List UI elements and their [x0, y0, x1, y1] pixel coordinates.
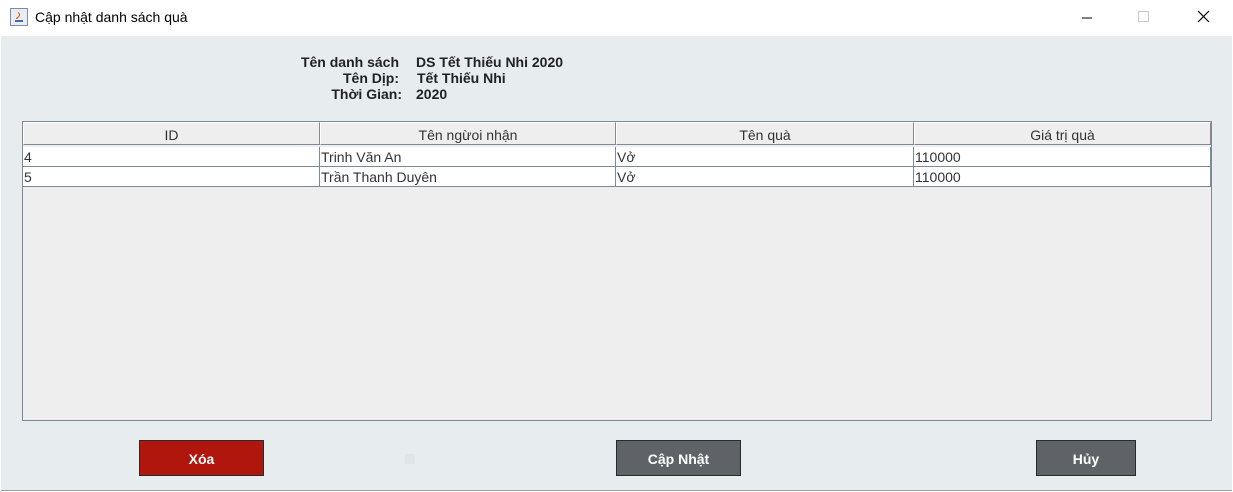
minimize-button[interactable] [1064, 0, 1110, 36]
delete-button[interactable]: Xóa [139, 440, 264, 476]
main-panel: Tên danh sách DS Tết Thiếu Nhi 2020 Tên … [1, 36, 1232, 491]
cell-gift-name[interactable]: Vở [616, 147, 914, 167]
window-title: Cập nhật danh sách quà [35, 9, 188, 25]
list-name-label: Tên danh sách [300, 54, 399, 70]
update-button[interactable]: Cập Nhật [616, 440, 741, 476]
occasion-label: Tên Dịp: [343, 70, 399, 86]
cell-gift-name[interactable]: Vở [616, 167, 914, 187]
cell-gift-value[interactable]: 110000 [914, 167, 1211, 187]
occasion-value: Tết Thiếu Nhi [417, 70, 506, 86]
cell-gift-value[interactable]: 110000 [914, 147, 1211, 167]
list-name-value: DS Tết Thiếu Nhi 2020 [416, 54, 564, 70]
title-bar: Cập nhật danh sách quà [0, 0, 1233, 36]
column-header-recipient[interactable]: Tên ngừoi nhận [320, 122, 616, 145]
table-header: ID Tên ngừoi nhận Tên quà Giá trị quà [23, 122, 1211, 147]
cell-recipient[interactable]: Trần Thanh Duyên [320, 167, 616, 187]
column-header-id[interactable]: ID [23, 122, 320, 145]
cell-id[interactable]: 5 [23, 167, 320, 187]
close-button[interactable] [1180, 0, 1226, 36]
maximize-icon [1138, 11, 1149, 22]
focus-indicator [405, 454, 415, 464]
table-row[interactable]: 4 Trinh Văn An Vở 110000 [23, 147, 1211, 167]
time-value: 2020 [416, 86, 448, 102]
maximize-button[interactable] [1120, 0, 1166, 36]
time-label: Thời Gian: [331, 86, 402, 102]
column-header-gift-name[interactable]: Tên quà [616, 122, 914, 145]
cell-recipient[interactable]: Trinh Văn An [320, 147, 616, 167]
gift-table[interactable]: ID Tên ngừoi nhận Tên quà Giá trị quà 4 … [22, 121, 1212, 421]
table-row[interactable]: 5 Trần Thanh Duyên Vở 110000 [23, 167, 1211, 187]
cancel-button[interactable]: Hủy [1036, 440, 1136, 476]
cell-id[interactable]: 4 [23, 147, 320, 167]
java-app-icon [10, 8, 28, 26]
close-icon [1197, 10, 1210, 23]
minimize-icon [1082, 17, 1092, 19]
column-header-gift-value[interactable]: Giá trị quà [914, 122, 1211, 145]
